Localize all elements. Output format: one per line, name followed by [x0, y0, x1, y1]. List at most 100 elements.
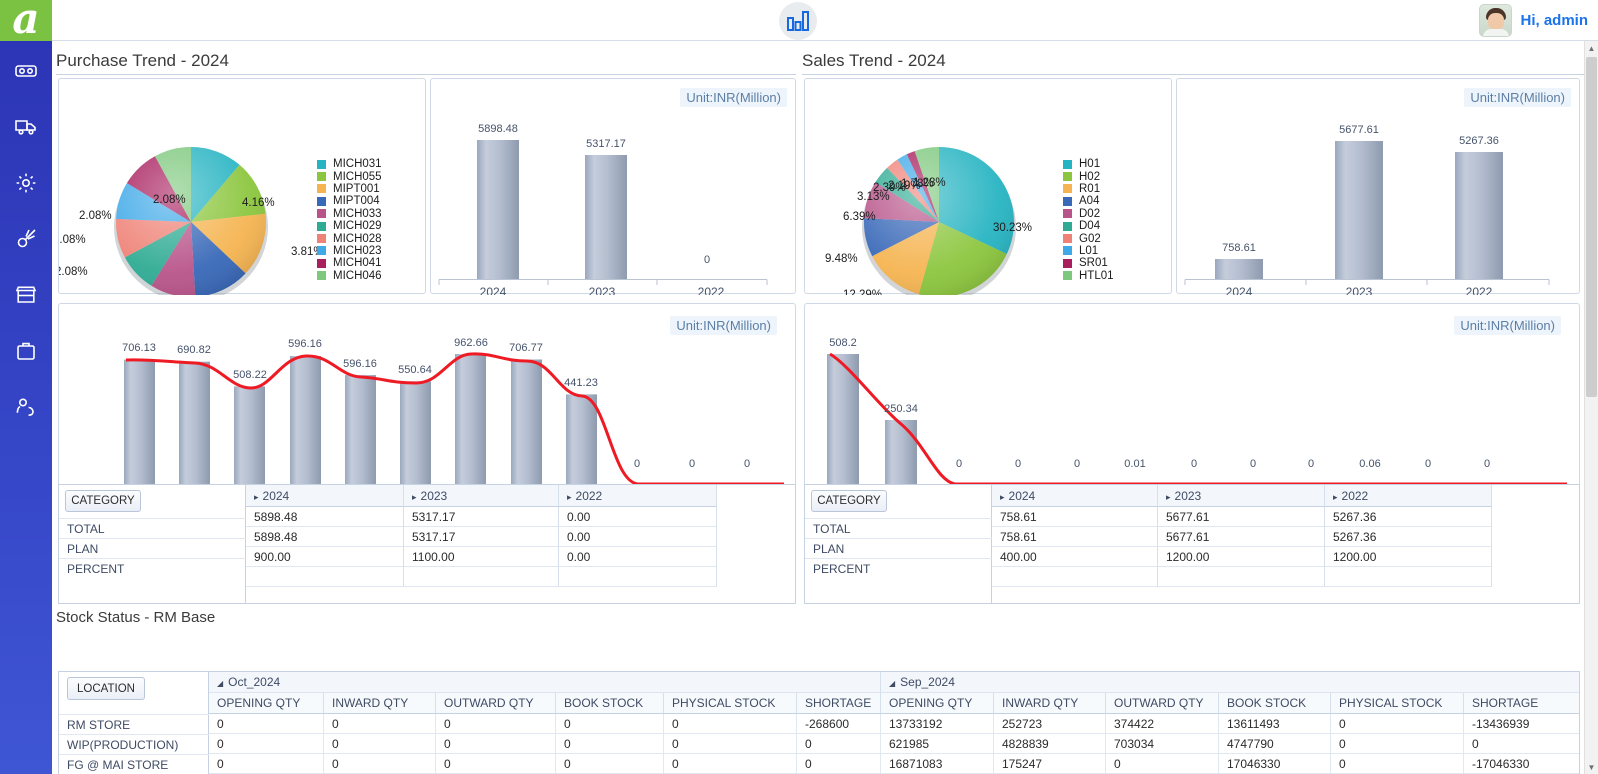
group-header-oct[interactable]: ◢ Oct_2024: [209, 672, 881, 693]
bar-value-label: 0: [1308, 458, 1314, 470]
row-label: PERCENT: [59, 558, 246, 578]
data-cell: 5267.36: [1325, 527, 1492, 547]
sales-pie-chart: 30.23% 23.13% 12.29% 9.48% 6.39% 3.13% 2…: [825, 147, 1032, 295]
purchase-pie-panel: 4.16% 3.81% 3.47% 3.29% 2.25% 2.08% 2.08…: [58, 78, 426, 295]
bar: [566, 394, 597, 484]
sidebar-item-briefcase[interactable]: [0, 331, 52, 371]
column-header[interactable]: OUTWARD QTY: [1106, 693, 1219, 714]
bar-value-label: 0: [634, 458, 640, 470]
location-column: LOCATION RM STORE WIP(PRODUCTION) FG @ M…: [59, 672, 209, 774]
sales-pie-panel: 30.23% 23.13% 12.29% 9.48% 6.39% 3.13% 2…: [804, 78, 1172, 295]
column-header[interactable]: OPENING QTY: [209, 693, 324, 714]
bar-value-label: 508.22: [233, 369, 267, 381]
data-cell-empty: [1158, 567, 1325, 587]
sidebar-item-settings[interactable]: [0, 163, 52, 203]
bar-value-label: 962.66: [454, 337, 488, 349]
sidebar-item-comet[interactable]: [0, 219, 52, 259]
category-button[interactable]: CATEGORY: [65, 490, 141, 512]
column-header[interactable]: OPENING QTY: [881, 693, 994, 714]
data-cell: 5898.48: [246, 527, 404, 547]
table-cell: 0: [797, 734, 881, 754]
location-row-label: RM STORE: [59, 714, 209, 734]
legend-item: G02: [1063, 232, 1114, 245]
purchase-pie-legend: MICH031 MICH055 MIPT001 MIPT004 MICH033 …: [317, 158, 382, 282]
legend-item: H01: [1063, 158, 1114, 170]
table-cell: 4747790: [1219, 734, 1331, 754]
bar-value-label: 690.82: [177, 344, 211, 356]
group-header-sep[interactable]: ◢ Sep_2024: [881, 672, 1579, 693]
column-header[interactable]: BOOK STOCK: [1219, 693, 1331, 714]
axis-tick-label: 2024: [480, 285, 507, 295]
bar-chart-icon[interactable]: [779, 2, 817, 40]
sidebar: [0, 41, 52, 774]
table-cell: -268600: [797, 714, 881, 734]
sales-section-title: Sales Trend - 2024: [802, 51, 946, 70]
bar-value-label: 0: [1015, 458, 1021, 470]
sidebar-item-users[interactable]: [0, 387, 52, 427]
table-cell: 0: [324, 714, 436, 734]
sidebar-item-truck[interactable]: [0, 107, 52, 147]
legend-item: MIPT004: [317, 195, 382, 207]
avatar: [1479, 4, 1513, 37]
axis-tick-label: 2023: [589, 285, 616, 295]
vertical-scrollbar[interactable]: ▲ ▼: [1584, 41, 1598, 774]
table-cell: 0: [324, 734, 436, 754]
pie-slice-label: 4.16%: [242, 197, 275, 209]
bar-value-label: 758.61: [1222, 242, 1256, 254]
data-cell: 758.61: [992, 527, 1158, 547]
bar-value-label: 5267.36: [1459, 135, 1499, 147]
pie-slice-label: 12.29%: [843, 289, 882, 295]
bar-value-label: 508.2: [829, 337, 857, 349]
table-cell: 0: [664, 734, 797, 754]
column-header[interactable]: INWARD QTY: [994, 693, 1106, 714]
location-button[interactable]: LOCATION: [67, 677, 145, 700]
legend-item: D04: [1063, 220, 1114, 232]
data-cell: 0.00: [559, 507, 717, 527]
column-header[interactable]: PHYSICAL STOCK: [664, 693, 797, 714]
sidebar-item-vr-goggles[interactable]: [0, 51, 52, 91]
gear-icon: [14, 171, 38, 195]
sales-pie-legend: H01 H02 R01 A04 D02 D04 G02 L01 SR01 HTL…: [1063, 158, 1114, 282]
top-bar: a Hi, admin: [0, 0, 1598, 41]
column-header[interactable]: SHORTAGE: [797, 693, 881, 714]
data-cell-empty: [559, 567, 717, 587]
table-cell: 621985: [881, 734, 994, 754]
table-cell: 175247: [994, 754, 1106, 774]
bar: [1455, 152, 1503, 279]
column-header[interactable]: ▸ 2023: [1158, 485, 1325, 507]
truck-icon: [14, 115, 38, 139]
data-cell: 5317.17: [404, 507, 559, 527]
column-header[interactable]: INWARD QTY: [324, 693, 436, 714]
bar-value-label: 0.01: [1124, 458, 1145, 470]
scroll-up-arrow[interactable]: ▲: [1585, 41, 1598, 55]
legend-item: HTL01: [1063, 270, 1114, 282]
table-cell: 252723: [994, 714, 1106, 734]
user-menu[interactable]: Hi, admin: [1479, 3, 1588, 38]
app-logo[interactable]: a: [0, 0, 52, 41]
column-header[interactable]: OUTWARD QTY: [436, 693, 556, 714]
bar-value-label: 0: [1484, 458, 1490, 470]
row-label: PERCENT: [805, 558, 992, 578]
axis-tick-label: 2022: [1466, 285, 1493, 295]
column-header[interactable]: PHYSICAL STOCK: [1331, 693, 1464, 714]
column-header[interactable]: SHORTAGE: [1464, 693, 1579, 714]
table-cell: 374422: [1106, 714, 1219, 734]
table-cell: 13611493: [1219, 714, 1331, 734]
vr-goggles-icon: [14, 59, 38, 83]
sidebar-item-store[interactable]: [0, 275, 52, 315]
column-header[interactable]: ▸ 2024: [992, 485, 1158, 507]
data-cell: 758.61: [992, 507, 1158, 527]
bar-value-label: 441.23: [564, 377, 598, 389]
purchase-year-bar-chart: 5898.48 5317.17 0 2024 2023 2022: [438, 123, 768, 295]
category-button[interactable]: CATEGORY: [811, 490, 887, 512]
scroll-down-arrow[interactable]: ▼: [1585, 760, 1598, 774]
column-header[interactable]: ▸ 2022: [1325, 485, 1492, 507]
column-header[interactable]: ▸ 2022: [559, 485, 717, 507]
purchase-category-values: ▸ 2024 ▸ 2023 ▸ 2022 5898.48 5317.17 0.00 5…: [246, 485, 795, 603]
scrollbar-thumb[interactable]: [1586, 57, 1597, 397]
column-header[interactable]: BOOK STOCK: [556, 693, 664, 714]
table-cell: 17046330: [1219, 754, 1331, 774]
column-header[interactable]: ▸ 2024: [246, 485, 404, 507]
data-cell: 5317.17: [404, 527, 559, 547]
column-header[interactable]: ▸ 2023: [404, 485, 559, 507]
